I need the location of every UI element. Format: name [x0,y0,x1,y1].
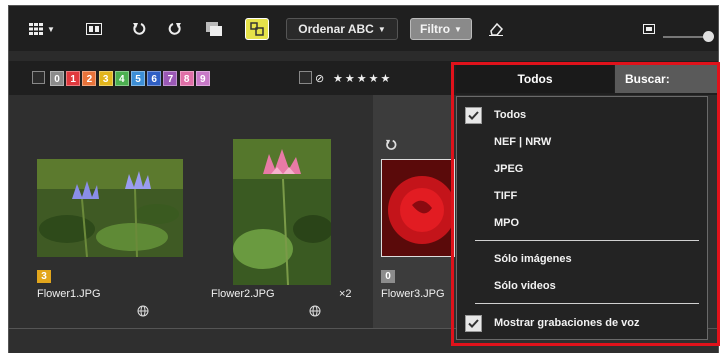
group-toggle-button[interactable] [245,18,269,40]
rotate-indicator-icon [385,139,397,154]
chevron-down-icon: ▼ [377,24,386,34]
menu-item-label: JPEG [494,163,524,175]
chevron-down-icon: ▼ [454,24,462,34]
rotate-right-button[interactable] [163,18,187,40]
menu-item-todos[interactable]: Todos [457,103,707,127]
sort-label: Ordenar ABC [298,22,374,36]
menu-item-label: MPO [494,217,520,229]
label-filter-checkbox[interactable] [32,71,45,84]
stack-icon [206,22,222,36]
menu-item-tiff[interactable]: TIFF [457,184,707,208]
label-filter-9[interactable]: 9 [195,71,210,86]
menu-item-label: Mostrar grabaciones de voz [494,317,640,329]
rotate-left-button[interactable] [127,18,151,40]
menu-item-jpeg[interactable]: JPEG [457,157,707,181]
rotate-right-icon [168,22,182,36]
grid-icon [29,23,44,35]
label-filter-3[interactable]: 3 [98,71,113,86]
small-thumbnail-icon [639,18,659,40]
filter-dropdown[interactable]: Filtro ▼ [410,18,472,40]
thumbnail-flower2[interactable] [233,139,331,285]
menu-item-nef-nrw[interactable]: NEF | NRW [457,130,707,154]
menu-item-label: Sólo imágenes [494,253,572,265]
rotate-left-icon [132,22,146,36]
filename-label: Flower2.JPG [211,288,275,300]
menu-item-label: NEF | NRW [494,136,552,148]
menu-item-only-images[interactable]: Sólo imágenes [457,247,707,271]
label-filter-5[interactable]: 5 [131,71,145,86]
filter-menu: Todos NEF | NRW JPEG TIFF MPO Sólo imáge… [456,96,708,340]
thumbnail-flower3[interactable] [381,159,455,257]
check-icon [465,107,482,124]
filename-label: Flower1.JPG [37,288,101,300]
compare-view-button[interactable] [81,18,107,40]
clear-filter-button[interactable] [483,18,509,40]
label-badge: 0 [381,270,395,283]
stack-count: ×2 [339,288,352,300]
rating-stars[interactable]: ★★★★★ [333,72,392,85]
globe-icon [137,305,149,320]
label-filter-8[interactable]: 8 [179,71,194,86]
no-rating-icon[interactable]: ⊘ [315,72,324,85]
menu-item-label: Sólo videos [494,280,556,292]
sort-dropdown[interactable]: Ordenar ABC ▼ [286,18,398,40]
label-filter-1[interactable]: 1 [66,71,81,86]
filename-label: Flower3.JPG [381,288,445,300]
label-filter-6[interactable]: 6 [147,71,162,86]
label-filter-0[interactable]: 0 [50,71,64,86]
menu-item-label: TIFF [494,190,518,202]
filter-label: Filtro [420,22,451,36]
thumbnail-flower1[interactable] [37,159,183,257]
grid-view-button[interactable]: ▼ [23,18,61,40]
globe-icon [309,305,321,320]
menu-item-only-videos[interactable]: Sólo videos [457,274,707,298]
label-filter-2[interactable]: 2 [82,71,97,86]
check-icon [465,315,482,332]
label-filter-7[interactable]: 7 [163,71,178,86]
stack-button[interactable] [201,18,227,40]
chevron-down-icon: ▼ [47,24,55,34]
label-filter-4[interactable]: 4 [114,71,129,86]
menu-separator [475,240,699,241]
rating-filter-checkbox[interactable] [299,71,312,84]
menu-item-label: Todos [494,109,527,121]
menu-item-show-voice-memos[interactable]: Mostrar grabaciones de voz [457,311,707,335]
main-toolbar: ▼ Ordenar ABC ▼ Filtro ▼ [9,6,718,51]
compare-icon [86,23,102,35]
slider-handle[interactable] [703,31,714,42]
group-icon [250,22,264,36]
menu-item-mpo[interactable]: MPO [457,211,707,235]
menu-separator [475,303,699,304]
eraser-icon [488,22,504,36]
label-badge: 3 [37,270,51,283]
thumbnail-size-slider[interactable] [663,31,714,42]
